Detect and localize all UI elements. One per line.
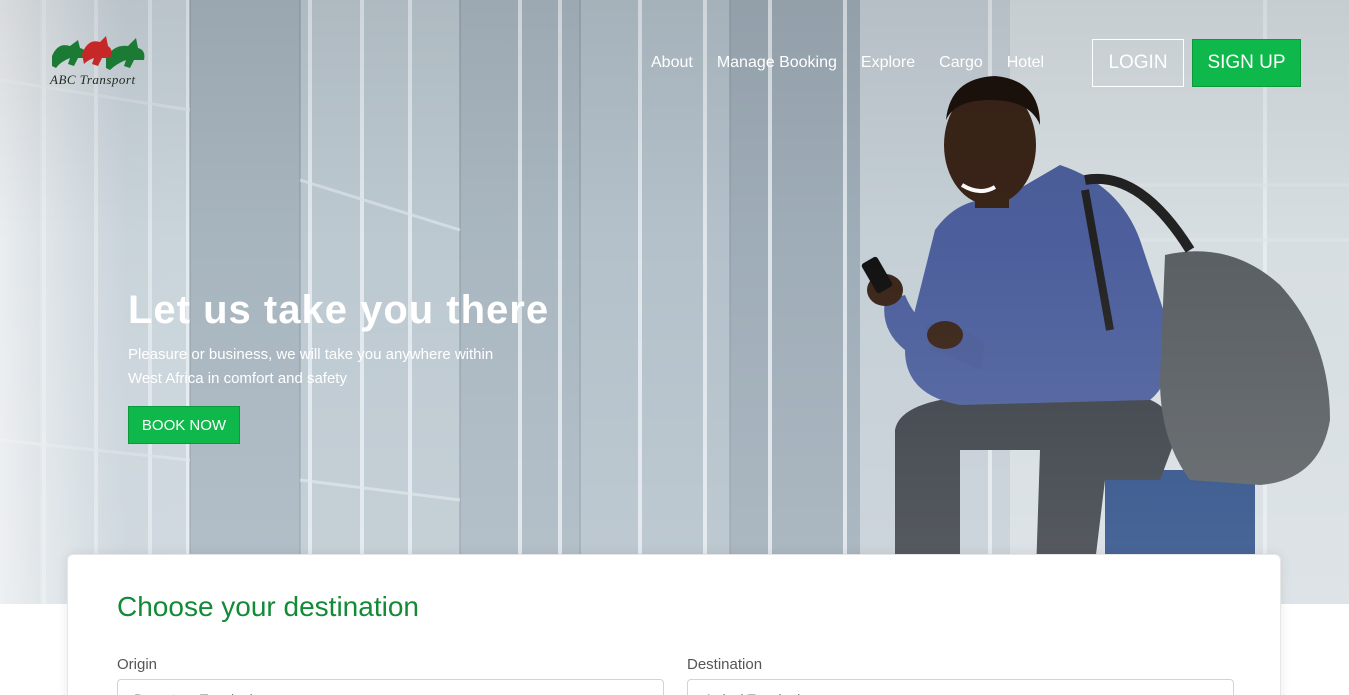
booking-title: Choose your destination: [117, 591, 419, 622]
destination-input[interactable]: [687, 679, 1234, 695]
booking-card: Choose your destination Origin Destinati…: [67, 554, 1281, 695]
nav-hotel[interactable]: Hotel: [1007, 52, 1044, 74]
nav-cargo[interactable]: Cargo: [939, 52, 983, 74]
hero-title: Let us take you there: [128, 288, 550, 332]
main-nav: About Manage Booking Explore Cargo Hotel: [651, 52, 1068, 74]
origin-label: Origin: [117, 656, 158, 673]
destination-label: Destination: [687, 656, 763, 673]
login-button[interactable]: LOGIN: [1092, 39, 1184, 87]
book-now-button[interactable]: BOOK NOW: [128, 406, 240, 444]
nav-about[interactable]: About: [651, 52, 693, 74]
nav-manage-booking[interactable]: Manage Booking: [717, 52, 837, 74]
nav-explore[interactable]: Explore: [861, 52, 915, 74]
logo-text: ABC Transport: [50, 72, 136, 87]
hero-subtitle: Pleasure or business, we will take you a…: [128, 346, 494, 387]
signup-button[interactable]: SIGN UP: [1192, 39, 1301, 87]
origin-input[interactable]: [117, 679, 664, 695]
